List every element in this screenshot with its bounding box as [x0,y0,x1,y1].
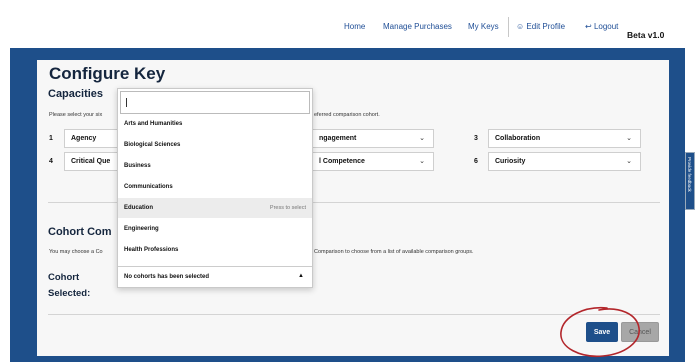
feedback-side-tab[interactable]: Provide feedback [685,152,695,210]
text-caret [126,98,127,107]
caret-up-icon: ▲ [298,273,304,279]
page-title: Configure Key [49,64,166,83]
cohort-option[interactable]: Business [118,156,312,176]
capacity-select-value: Critical Que [71,158,111,165]
capacities-heading: Capacities [48,88,104,100]
cohort-selected-summary[interactable]: No cohorts has been selected ▲ [118,266,312,287]
cancel-button[interactable]: Cancel [621,322,659,342]
nav-logout-link[interactable]: ↩ Logout [585,22,618,31]
cohort-hint-right: Comparison to choose from a list of avai… [314,249,474,255]
chevron-down-icon: ⌄ [419,135,425,142]
chevron-down-icon: ⌄ [419,158,425,165]
capacity-select-3[interactable]: Collaboration ⌄ [488,129,641,148]
cohort-heading: Cohort Com [48,226,112,238]
capacity-select-1[interactable]: Agency [64,129,118,148]
capacity-number: 4 [49,158,53,165]
capacity-select-value: Curiosity [495,158,526,165]
nav-manage-purchases-link[interactable]: Manage Purchases [383,22,452,31]
nav-edit-profile-label: Edit Profile [526,22,566,31]
cohort-option[interactable]: Biological Sciences [118,135,312,155]
cohort-selected-label-line2: Selected: [48,288,91,299]
cohort-search-input[interactable] [120,91,310,114]
chevron-down-icon: ⌄ [626,158,632,165]
capacity-select-5[interactable]: l Competence ⌄ [312,152,434,171]
cohort-selected-label-line1: Cohort [48,272,80,283]
user-circle-icon: ☺ [516,22,525,31]
logout-icon: ↩ [585,22,592,31]
nav-home-link[interactable]: Home [344,22,365,31]
nav-edit-profile-link[interactable]: ☺ Edit Profile [516,22,565,31]
cohort-option-highlighted[interactable]: Education Press to select [118,198,312,218]
capacity-number: 3 [474,135,478,142]
capacities-hint-right: eferred comparison cohort. [314,112,380,118]
beta-version-label: Beta v1.0 [627,30,665,40]
cohort-selected-summary-text: No cohorts has been selected [124,274,210,280]
capacities-hint-left: Please select your six [49,112,103,118]
capacity-select-6[interactable]: Curiosity ⌄ [488,152,641,171]
chevron-down-icon: ⌄ [626,135,632,142]
cohort-option-label: Education [124,205,154,211]
press-to-select-hint: Press to select [269,205,306,211]
feedback-side-tab-label: Provide feedback [687,157,692,192]
cohort-option[interactable]: Arts and Humanities [118,114,312,134]
save-button[interactable]: Save [586,322,618,342]
cohort-option[interactable]: Engineering [118,219,312,239]
capacity-select-value: l Competence [319,158,365,165]
capacity-select-value: ngagement [319,135,357,142]
cohort-hint-left: You may choose a Co [49,249,103,255]
capacity-select-2[interactable]: ngagement ⌄ [312,129,434,148]
nav-logout-label: Logout [593,22,619,31]
nav-divider [508,17,509,37]
capacity-select-4[interactable]: Critical Que [64,152,118,171]
capacity-number: 6 [474,158,478,165]
capacity-number: 1 [49,135,53,142]
capacity-select-value: Collaboration [495,135,541,142]
capacity-select-value: Agency [71,135,97,142]
cohort-option[interactable]: Communications [118,177,312,197]
cohort-dropdown[interactable]: Arts and Humanities Biological Sciences … [117,88,313,288]
nav-my-keys-link[interactable]: My Keys [468,22,499,31]
footer-divider [48,314,660,315]
cohort-option[interactable]: Health Professions [118,240,312,260]
